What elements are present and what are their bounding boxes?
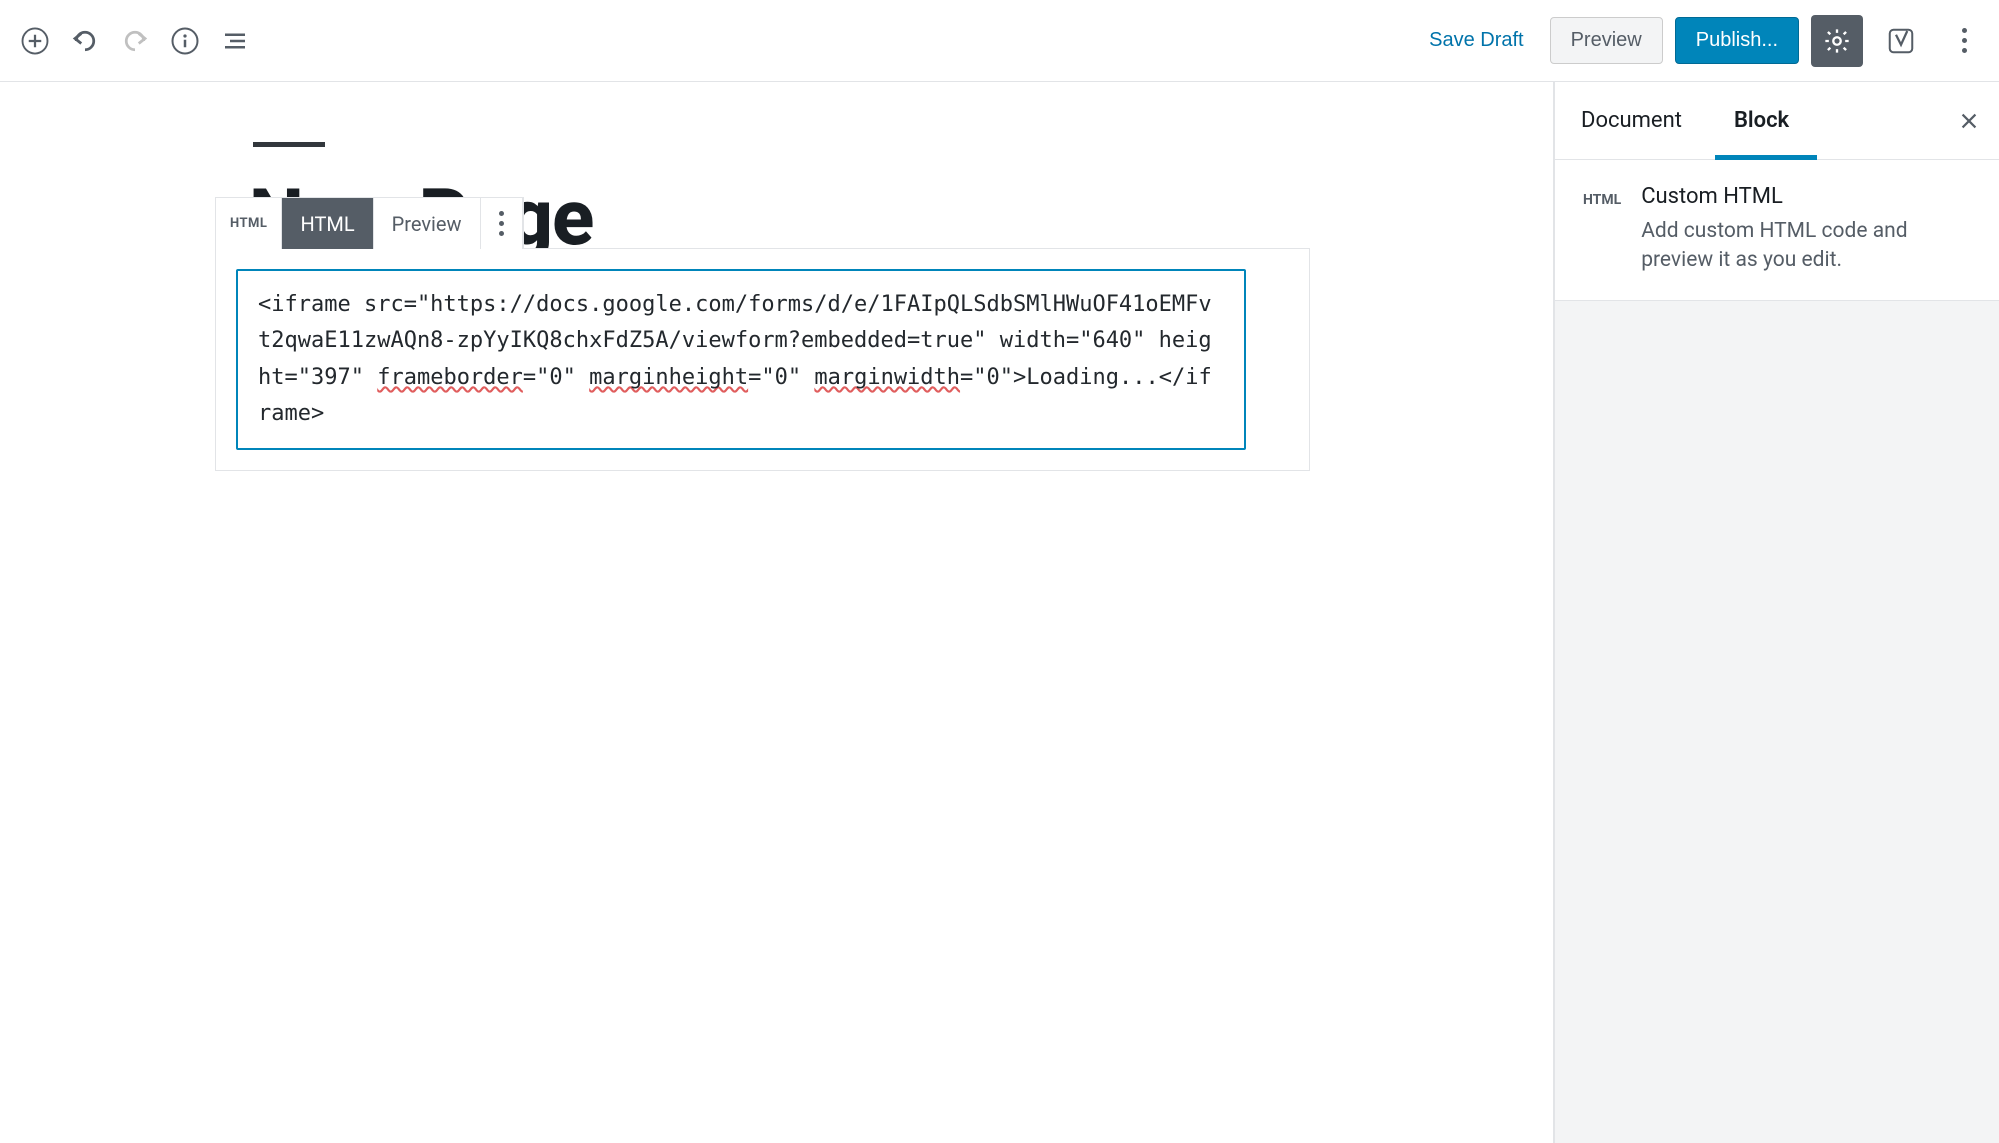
redo-icon: [120, 26, 150, 56]
sidebar-tab-block[interactable]: Block: [1708, 82, 1815, 159]
save-draft-button[interactable]: Save Draft: [1415, 21, 1537, 60]
yoast-icon: [1886, 26, 1916, 56]
outline-icon: [220, 26, 250, 56]
block-toolbar: HTML HTML Preview: [215, 197, 524, 249]
kebab-icon: [499, 211, 504, 236]
code-text: ="0": [748, 365, 814, 390]
code-word-marginwidth: marginwidth: [814, 365, 960, 390]
preview-button[interactable]: Preview: [1550, 17, 1663, 64]
code-word-marginheight: marginheight: [589, 365, 748, 390]
yoast-button[interactable]: [1875, 15, 1927, 67]
undo-button[interactable]: [60, 16, 110, 66]
block-navigation-button[interactable]: [210, 16, 260, 66]
block-type-indicator[interactable]: HTML: [216, 198, 282, 249]
content-structure-button[interactable]: [160, 16, 210, 66]
block-info-description: Add custom HTML code and preview it as y…: [1641, 217, 1971, 276]
more-options-button[interactable]: [1939, 16, 1989, 66]
html-code-textarea[interactable]: <iframe src="https://docs.google.com/for…: [236, 269, 1246, 450]
code-word-frameborder: frameborder: [377, 365, 523, 390]
sidebar-tabs: Document Block: [1555, 82, 1999, 160]
top-toolbar: Save Draft Preview Publish...: [0, 0, 1999, 82]
add-block-button[interactable]: [10, 16, 60, 66]
editor-canvas[interactable]: New Page HTML HTML Preview <iframe src="…: [0, 82, 1554, 1143]
block-info-panel: HTML Custom HTML Add custom HTML code an…: [1555, 160, 1999, 301]
editor-content: New Page HTML HTML Preview <iframe src="…: [215, 142, 1310, 471]
settings-toggle-button[interactable]: [1811, 15, 1863, 67]
settings-sidebar: Document Block HTML Custom HTML Add cust…: [1554, 82, 1999, 1143]
code-text: ="0": [523, 365, 589, 390]
custom-html-block[interactable]: HTML HTML Preview <iframe src="https://d…: [215, 248, 1310, 471]
toolbar-right: Save Draft Preview Publish...: [1415, 15, 1989, 67]
block-more-options[interactable]: [481, 198, 523, 249]
kebab-icon: [1962, 28, 1967, 53]
block-info-title: Custom HTML: [1641, 184, 1971, 209]
gear-icon: [1823, 27, 1851, 55]
sidebar-tab-document[interactable]: Document: [1555, 82, 1708, 159]
undo-icon: [70, 26, 100, 56]
html-badge-icon: HTML: [230, 216, 267, 231]
block-tab-preview[interactable]: Preview: [374, 198, 481, 249]
info-icon: [170, 26, 200, 56]
title-accent-bar: [253, 142, 325, 147]
publish-button[interactable]: Publish...: [1675, 17, 1799, 64]
plus-circle-icon: [20, 26, 50, 56]
close-icon: [1958, 110, 1980, 132]
redo-button[interactable]: [110, 16, 160, 66]
block-info-body: Custom HTML Add custom HTML code and pre…: [1641, 184, 1971, 276]
block-tab-html[interactable]: HTML: [282, 198, 373, 249]
html-badge-icon: HTML: [1583, 192, 1621, 276]
main-area: New Page HTML HTML Preview <iframe src="…: [0, 82, 1999, 1143]
toolbar-left: [10, 16, 260, 66]
sidebar-close-button[interactable]: [1939, 91, 1999, 151]
